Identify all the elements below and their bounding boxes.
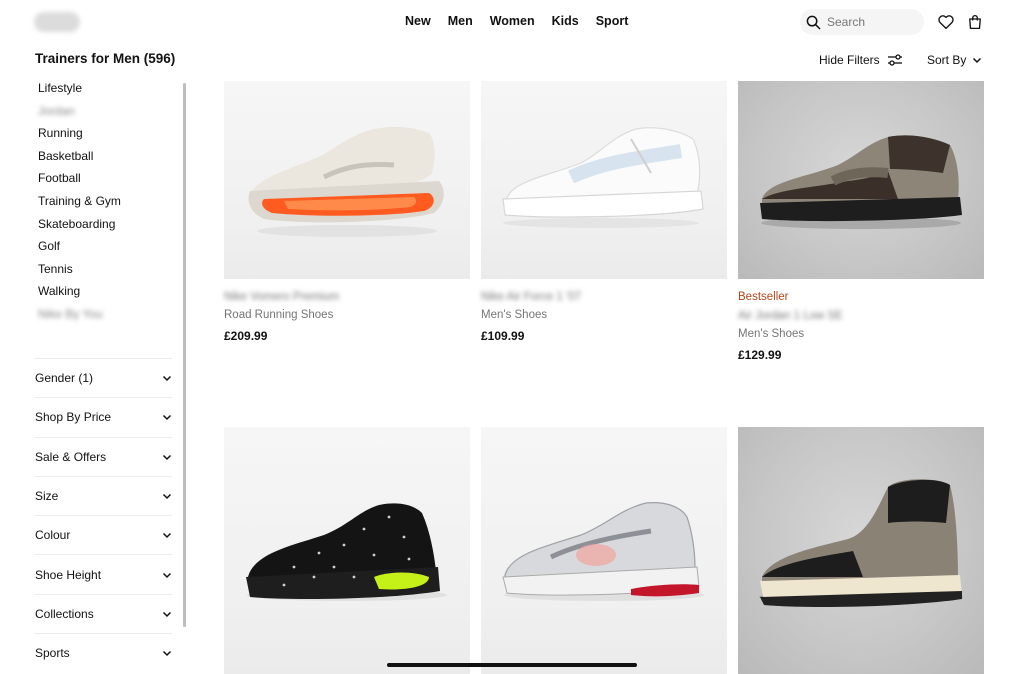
black-running-shoe-image [246,503,447,601]
chevron-down-icon [162,572,172,578]
hide-filters-button[interactable]: Hide Filters [819,53,903,67]
white-sneaker-image [502,127,704,228]
chevron-down-icon [162,611,172,617]
category-jordan[interactable]: Jordan [38,103,121,126]
filter-shoe-height[interactable]: Shoe Height [35,554,172,593]
filter-groups: Gender (1) Shop By Price Sale & Offers S… [35,358,172,672]
search-box[interactable] [800,9,924,35]
product-type: Men's Shoes [738,328,805,340]
chevron-down-icon [973,57,982,64]
filter-shop-by-price[interactable]: Shop By Price [35,397,172,436]
heart-icon[interactable] [937,13,955,31]
chevron-down-icon [162,533,172,539]
product-image[interactable] [224,81,470,279]
page-title: Trainers for Men (596) [35,51,176,66]
category-running[interactable]: Running [38,125,121,148]
filter-label: Collections [35,606,94,621]
nav-new[interactable]: New [405,14,431,28]
product-card[interactable]: Nike Vomero Premium Road Running Shoes £… [224,81,470,343]
brown-low-sneaker-image [760,135,962,229]
nav-men[interactable]: Men [448,14,473,28]
category-golf[interactable]: Golf [38,238,121,261]
chevron-down-icon [162,376,172,382]
filter-label: Shop By Price [35,410,112,425]
filter-gender[interactable]: Gender (1) [35,358,172,397]
product-card[interactable] [481,427,727,674]
filter-label: Sports [35,646,70,661]
category-lifestyle[interactable]: Lifestyle [38,80,121,103]
category-skateboarding[interactable]: Skateboarding [38,216,121,239]
product-price: £109.99 [481,329,525,343]
product-card[interactable]: Nike Air Force 1 '07 Men's Shoes £109.99 [481,81,727,343]
product-name: Nike Vomero Premium [224,291,340,303]
chevron-down-icon [162,415,172,421]
sort-by-label: Sort By [927,53,967,67]
chevron-down-icon [162,651,172,657]
category-tennis[interactable]: Tennis [38,261,121,284]
product-image[interactable] [738,427,984,674]
brand-logo[interactable] [34,12,80,32]
top-nav: New Men Women Kids Sport [405,14,628,28]
product-image[interactable] [481,81,727,279]
product-price: £209.99 [224,329,268,343]
search-icon[interactable] [806,15,821,30]
category-walking[interactable]: Walking [38,283,121,306]
chevron-down-icon [162,494,172,500]
nav-women[interactable]: Women [490,14,535,28]
home-indicator [387,663,637,667]
nav-sport[interactable]: Sport [596,14,629,28]
product-listing-page: New Men Women Kids Sport Trainers for Me… [0,0,1024,674]
filter-sale-offers[interactable]: Sale & Offers [35,436,172,476]
running-shoe-image [248,126,444,237]
filter-sports[interactable]: Sports [35,633,172,672]
product-image[interactable] [481,427,727,674]
chevron-down-icon [162,454,172,460]
category-basketball[interactable]: Basketball [38,148,121,171]
product-type: Men's Shoes [481,309,548,321]
category-football[interactable]: Football [38,170,121,193]
mid-top-sneaker-image [759,479,963,607]
silver-running-shoe-image [502,502,704,601]
product-image[interactable] [224,427,470,674]
filter-label: Gender (1) [35,371,94,386]
filter-colour[interactable]: Colour [35,515,172,554]
filter-label: Colour [35,528,71,543]
sort-by-button[interactable]: Sort By [927,53,982,67]
bag-icon[interactable] [966,13,984,31]
category-nike-by-you[interactable]: Nike By You [38,306,121,329]
search-input[interactable] [827,15,915,29]
category-training-gym[interactable]: Training & Gym [38,193,121,216]
product-image[interactable] [738,81,984,279]
product-name: Nike Air Force 1 '07 [481,291,581,303]
filter-label: Size [35,489,59,504]
sidebar-scrollbar[interactable] [183,83,186,627]
product-card[interactable] [738,427,984,674]
filter-collections[interactable]: Collections [35,593,172,633]
product-name: Air Jordan 1 Low SE [738,310,843,322]
product-card[interactable]: Bestseller Air Jordan 1 Low SE Men's Sho… [738,81,984,362]
filter-label: Shoe Height [35,567,102,582]
category-list: Lifestyle Jordan Running Basketball Foot… [38,80,121,329]
product-card[interactable] [224,427,470,674]
product-price: £129.99 [738,348,782,362]
nav-kids[interactable]: Kids [552,14,579,28]
filter-sliders-icon [887,54,902,66]
product-badge: Bestseller [738,291,789,303]
product-type: Road Running Shoes [224,309,334,321]
filter-size[interactable]: Size [35,475,172,515]
hide-filters-label: Hide Filters [819,53,880,67]
filter-label: Sale & Offers [35,449,107,464]
